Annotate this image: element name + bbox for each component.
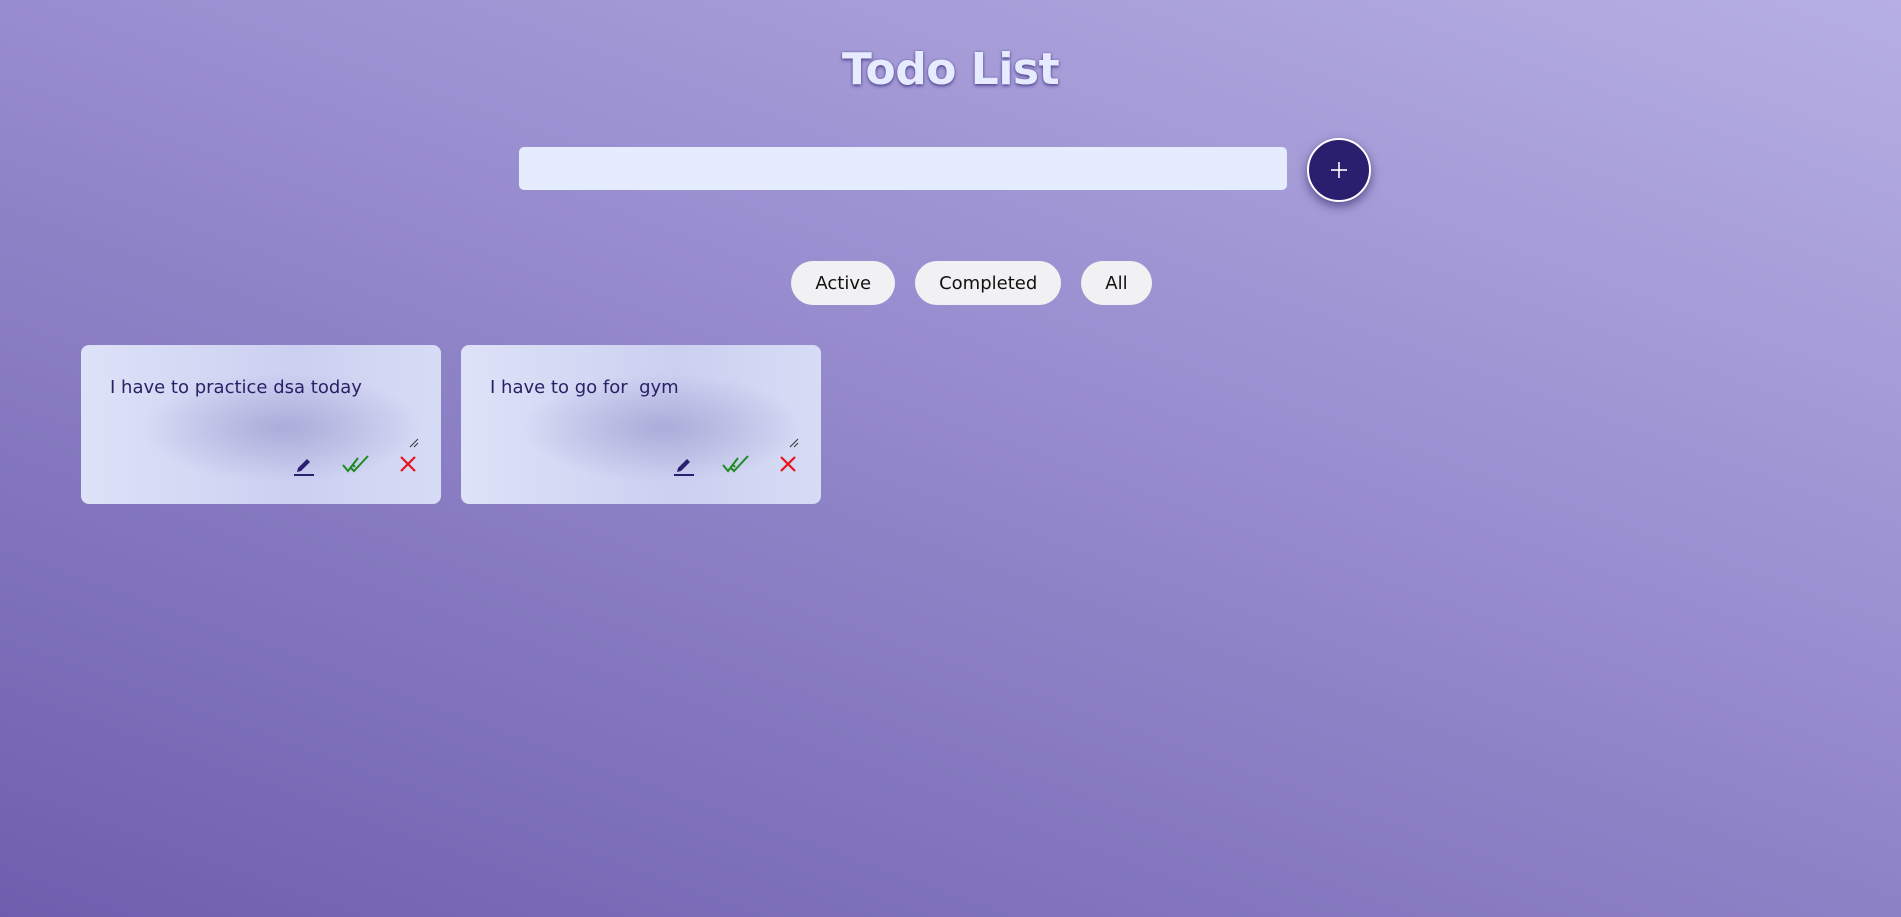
double-check-icon [342, 455, 369, 473]
todo-card: I have to practice dsa today [81, 345, 441, 504]
edit-button[interactable] [278, 449, 330, 479]
todo-actions [658, 449, 814, 479]
delete-button[interactable] [382, 449, 434, 479]
plus-icon [1331, 162, 1347, 178]
todo-input[interactable] [519, 147, 1287, 190]
complete-button[interactable] [330, 449, 382, 479]
filter-completed-button[interactable]: Completed [915, 261, 1062, 305]
close-icon [400, 456, 416, 472]
todo-actions [278, 449, 434, 479]
delete-button[interactable] [762, 449, 814, 479]
add-todo-button[interactable] [1307, 138, 1371, 202]
todo-text: I have to go for gym [490, 377, 679, 398]
resize-handle-icon[interactable] [788, 437, 800, 449]
page-title: Todo List [841, 44, 1060, 95]
pencil-icon [674, 459, 694, 476]
pencil-icon [294, 459, 314, 476]
todo-card: I have to go for gym [461, 345, 821, 504]
complete-button[interactable] [710, 449, 762, 479]
resize-handle-icon[interactable] [408, 437, 420, 449]
filter-bar: Active Completed All [0, 261, 1901, 305]
filter-active-button[interactable]: Active [791, 261, 896, 305]
edit-button[interactable] [658, 449, 710, 479]
double-check-icon [722, 455, 749, 473]
filter-all-button[interactable]: All [1081, 261, 1152, 305]
todo-text: I have to practice dsa today [110, 377, 362, 398]
close-icon [780, 456, 796, 472]
